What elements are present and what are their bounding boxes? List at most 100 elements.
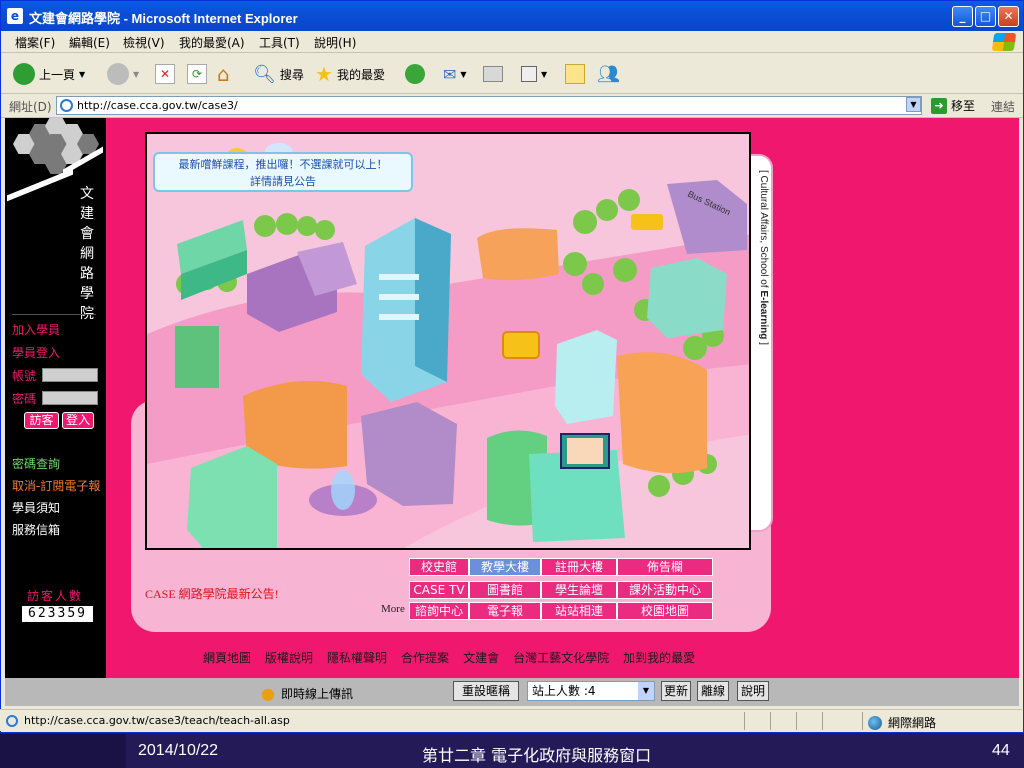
join-link[interactable]: 加入學員 <box>12 321 60 338</box>
course-banner[interactable]: 最新嚐鮮課程，推出囉！不選課就可以上！ 詳情請見公告 <box>153 152 413 192</box>
nav-campus-map[interactable]: 校園地圖 <box>617 602 713 620</box>
nav-history-hall[interactable]: 校史館 <box>409 558 469 576</box>
back-button[interactable]: 上一頁 ▼ <box>13 62 85 86</box>
school-name: 文建會網路學院 <box>80 186 94 322</box>
nav-student-forum[interactable]: 學生論壇 <box>541 581 617 599</box>
tab-text-bold: E-learning <box>758 290 769 340</box>
nav-consulting-center[interactable]: 諮詢中心 <box>409 602 469 620</box>
maximize-button[interactable]: □ <box>975 6 996 27</box>
menu-help[interactable]: 說明(H) <box>314 34 356 51</box>
home-button[interactable]: ⌂ <box>217 62 230 86</box>
stop-icon: ✕ <box>155 64 175 84</box>
tab-text-prefix: [ Cultural Affairs, School of <box>758 170 769 291</box>
refresh-button[interactable]: ⟳ <box>187 62 207 86</box>
visitor-label: 訪客人數 <box>27 589 84 603</box>
nav-teaching-building[interactable]: 教學大樓 <box>469 558 541 576</box>
login-button[interactable]: 登入 <box>62 412 94 429</box>
address-dropdown-icon[interactable]: ▼ <box>906 97 921 112</box>
nav-registration-building[interactable]: 註冊大樓 <box>541 558 617 576</box>
go-button[interactable]: ➜ 移至 <box>931 97 975 114</box>
nav-bulletin-board[interactable]: 佈告欄 <box>617 558 713 576</box>
refresh-icon: ⟳ <box>187 64 207 84</box>
online-users-select[interactable]: 站上人數 :4 ▼ <box>527 681 655 701</box>
nav-activity-center[interactable]: 課外活動中心 <box>617 581 713 599</box>
guest-button[interactable]: 訪客 <box>24 412 59 429</box>
address-input[interactable]: http://case.cca.gov.tw/case3/ <box>56 96 922 115</box>
nav-library[interactable]: 圖書館 <box>469 581 541 599</box>
refresh-users-button[interactable]: 更新 <box>661 681 691 701</box>
offline-button[interactable]: 離線 <box>697 681 729 701</box>
forward-dropdown-icon: ▼ <box>133 69 140 79</box>
mail-icon: ✉ <box>443 64 457 84</box>
student-notice-link[interactable]: 學員須知 <box>12 499 60 516</box>
minimize-button[interactable]: _ <box>952 6 973 27</box>
slide-date: 2014/10/22 <box>138 742 219 759</box>
edit-button[interactable]: ▼ <box>521 62 547 86</box>
links-button[interactable]: 連結 <box>991 98 1015 115</box>
search-label: 搜尋 <box>279 67 304 82</box>
forward-button[interactable]: ▼ <box>107 62 139 86</box>
footer-partnership-link[interactable]: 合作提案 <box>401 649 449 666</box>
go-arrow-icon: ➜ <box>931 97 947 114</box>
menu-favorites[interactable]: 我的最愛(A) <box>179 34 245 51</box>
discuss-button[interactable] <box>565 62 585 86</box>
password-label: 密碼 <box>12 392 37 406</box>
address-url: http://case.cca.gov.tw/case3/ <box>77 99 238 112</box>
ie-page-icon: e <box>7 8 23 24</box>
messenger-button[interactable]: 👥︎ <box>597 62 620 86</box>
slide-chapter-title: 第廿二章 電子化政府與服務窗口 <box>422 746 652 765</box>
nav-site-links[interactable]: 站站相連 <box>541 602 617 620</box>
online-users-value: 站上人數 :4 <box>532 684 596 698</box>
sidebar: 文建會網路學院 加入學員 學員登入 帳號 密碼 訪客 登入 密碼查詢 取消-訂閱… <box>5 118 106 678</box>
instant-message-button[interactable]: ● 即時線上傳訊 <box>261 684 353 703</box>
window-title: 文建會網路學院 - Microsoft Internet Explorer <box>29 11 298 26</box>
history-button[interactable] <box>405 62 425 86</box>
instant-message-label: 即時線上傳訊 <box>280 687 353 701</box>
stop-button[interactable]: ✕ <box>155 62 175 86</box>
menu-file[interactable]: 檔案(F) <box>15 34 55 51</box>
select-dropdown-icon: ▼ <box>638 682 654 700</box>
account-input[interactable] <box>42 368 98 382</box>
campus-map[interactable]: Bus Station <box>145 132 751 550</box>
search-icon: 🔍︎ <box>253 63 276 85</box>
address-label: 網址(D) <box>9 100 52 114</box>
note-icon <box>565 64 585 84</box>
slide-page-number: 44 <box>992 742 1010 759</box>
menu-edit[interactable]: 編輯(E) <box>69 34 110 51</box>
chat-help-button[interactable]: 說明 <box>737 681 769 701</box>
bee-icon: ● <box>261 684 275 703</box>
mail-dropdown-icon[interactable]: ▼ <box>460 70 466 79</box>
nav-case-tv[interactable]: CASE TV <box>409 581 469 599</box>
nav-e-newsletter[interactable]: 電子報 <box>469 602 541 620</box>
newsletter-link[interactable]: 取消-訂閱電子報 <box>12 477 100 494</box>
chat-bar: ● 即時線上傳訊 重設暱稱 站上人數 :4 ▼ 更新 離線 說明 <box>5 678 1019 706</box>
forgot-password-link[interactable]: 密碼查詢 <box>12 455 60 472</box>
reset-nickname-button[interactable]: 重設暱稱 <box>453 681 519 701</box>
menu-tools[interactable]: 工具(T) <box>259 34 300 51</box>
banner-line-2: 詳情請見公告 <box>250 175 316 188</box>
back-dropdown-icon[interactable]: ▼ <box>79 70 85 79</box>
map-side-tab-text: [ Cultural Affairs, School of E-learning… <box>757 170 769 510</box>
footer-cca-link[interactable]: 文建會 <box>463 649 499 666</box>
status-url: http://case.cca.gov.tw/case3/teach/teach… <box>6 714 290 727</box>
close-button[interactable]: ✕ <box>998 6 1019 27</box>
status-bar: http://case.cca.gov.tw/case3/teach/teach… <box>0 709 1022 731</box>
search-button[interactable]: 🔍︎ 搜尋 <box>253 62 304 86</box>
password-input[interactable] <box>42 391 98 405</box>
footer-privacy-link[interactable]: 隱私權聲明 <box>327 649 387 666</box>
favorites-button[interactable]: ★ 我的最愛 <box>315 62 385 86</box>
more-link[interactable]: More <box>381 603 405 615</box>
mail-button[interactable]: ✉ ▼ <box>443 62 467 86</box>
back-label: 上一頁 <box>39 67 76 82</box>
service-mail-link[interactable]: 服務信箱 <box>12 521 60 538</box>
print-button[interactable] <box>483 62 503 86</box>
slide-footer: 2014/10/22 第廿二章 電子化政府與服務窗口 44 <box>0 734 1024 768</box>
footer-copyright-link[interactable]: 版權說明 <box>265 649 313 666</box>
announcement-link[interactable]: CASE 網路學院最新公告! <box>145 585 279 602</box>
footer-craft-academy-link[interactable]: 台灣工藝文化學院 <box>513 649 609 666</box>
menu-view[interactable]: 檢視(V) <box>123 34 165 51</box>
edit-dropdown-icon[interactable]: ▼ <box>541 70 547 79</box>
footer-add-favorite-link[interactable]: 加到我的最愛 <box>623 649 695 666</box>
footer-sitemap-link[interactable]: 網頁地圖 <box>203 649 251 666</box>
go-label: 移至 <box>951 99 976 113</box>
